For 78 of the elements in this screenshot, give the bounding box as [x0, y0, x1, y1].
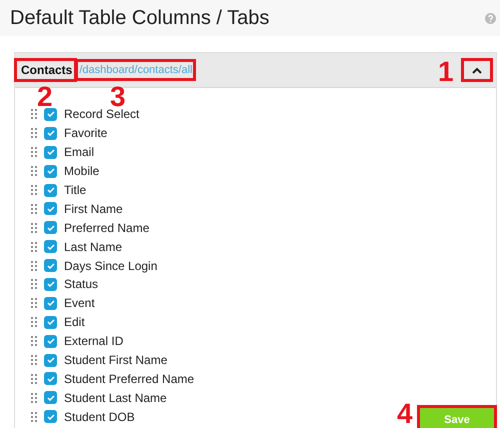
column-label: Mobile — [64, 164, 100, 178]
checkmark-icon — [46, 206, 54, 212]
drag-handle-icon[interactable] — [31, 355, 37, 366]
checkmark-icon — [46, 357, 54, 364]
checkmark-icon — [46, 319, 54, 326]
column-label: Student DOB — [64, 410, 135, 424]
column-label: Event — [64, 296, 95, 310]
column-label: Status — [64, 277, 98, 292]
column-checkbox[interactable] — [44, 221, 57, 234]
column-label: Days Since Login — [64, 258, 158, 273]
column-checkbox[interactable] — [44, 354, 57, 367]
checkmark-icon — [46, 376, 54, 382]
drag-handle-icon[interactable] — [31, 166, 37, 176]
drag-handle-icon[interactable] — [31, 298, 37, 308]
drag-handle-icon[interactable] — [31, 128, 37, 138]
checkmark-icon — [46, 414, 54, 420]
drag-handle-icon[interactable] — [31, 260, 37, 271]
checkmark-icon — [46, 338, 54, 344]
save-button[interactable]: Save — [418, 406, 496, 428]
checkmark-icon — [46, 262, 54, 269]
column-checkbox[interactable] — [44, 296, 57, 310]
column-checkbox[interactable] — [44, 410, 57, 424]
help-icon[interactable] — [485, 12, 496, 24]
checkmark-icon — [46, 300, 54, 306]
collapse-toggle[interactable] — [462, 59, 492, 81]
checkmark-icon — [46, 394, 54, 401]
column-checkbox[interactable] — [44, 372, 57, 386]
column-checkbox[interactable] — [44, 202, 57, 216]
drag-handle-icon[interactable] — [31, 204, 37, 214]
column-label: Record Select — [64, 107, 140, 122]
column-checkbox[interactable] — [44, 259, 57, 272]
drag-handle-icon[interactable] — [31, 412, 37, 422]
drag-handle-icon[interactable] — [31, 222, 37, 233]
callout-number: 1 — [438, 58, 454, 86]
chevron-up-icon — [472, 66, 482, 74]
column-checkbox[interactable] — [44, 184, 57, 196]
checkmark-icon — [46, 187, 54, 193]
drag-handle-icon[interactable] — [31, 109, 37, 120]
drag-handle-icon[interactable] — [31, 279, 37, 290]
column-label: Edit — [64, 315, 85, 330]
checkmark-icon — [46, 281, 54, 288]
column-label: First Name — [64, 202, 123, 216]
column-checkbox[interactable] — [44, 391, 57, 404]
checkmark-icon — [46, 130, 54, 136]
callout-number: 4 — [397, 400, 413, 428]
checkmark-icon — [46, 168, 54, 174]
column-label: Last Name — [64, 240, 122, 254]
drag-handle-icon[interactable] — [31, 317, 37, 328]
column-checkbox[interactable] — [44, 278, 57, 291]
drag-handle-icon[interactable] — [31, 336, 37, 346]
column-label: Favorite — [64, 126, 108, 140]
column-checkbox[interactable] — [44, 334, 57, 348]
checkmark-icon — [46, 111, 54, 118]
drag-handle-icon[interactable] — [31, 147, 37, 158]
drag-handle-icon[interactable] — [31, 392, 37, 403]
column-label: Student Last Name — [64, 390, 167, 405]
column-label: Preferred Name — [64, 220, 150, 235]
drag-handle-icon[interactable] — [31, 242, 37, 252]
column-checkbox[interactable] — [44, 316, 57, 329]
callout-number: 2 — [37, 83, 53, 111]
column-label: Student First Name — [64, 353, 168, 368]
checkmark-icon — [46, 149, 54, 156]
panel-path-link[interactable]: /dashboard/contacts/all — [76, 60, 196, 80]
column-label: Email — [64, 145, 94, 160]
column-checkbox[interactable] — [44, 164, 57, 178]
panel-name: Contacts — [15, 59, 76, 81]
page-title: Default Table Columns / Tabs — [10, 6, 270, 30]
drag-handle-icon[interactable] — [31, 374, 37, 384]
checkmark-icon — [46, 224, 54, 231]
checkmark-icon — [46, 244, 54, 250]
column-checkbox[interactable] — [44, 108, 57, 121]
column-checkbox[interactable] — [44, 126, 57, 140]
column-label: Title — [64, 183, 86, 197]
column-label: Student Preferred Name — [64, 372, 194, 386]
column-label: External ID — [64, 334, 124, 348]
column-checkbox[interactable] — [44, 146, 57, 159]
column-checkbox[interactable] — [44, 240, 57, 254]
drag-handle-icon[interactable] — [31, 185, 37, 195]
